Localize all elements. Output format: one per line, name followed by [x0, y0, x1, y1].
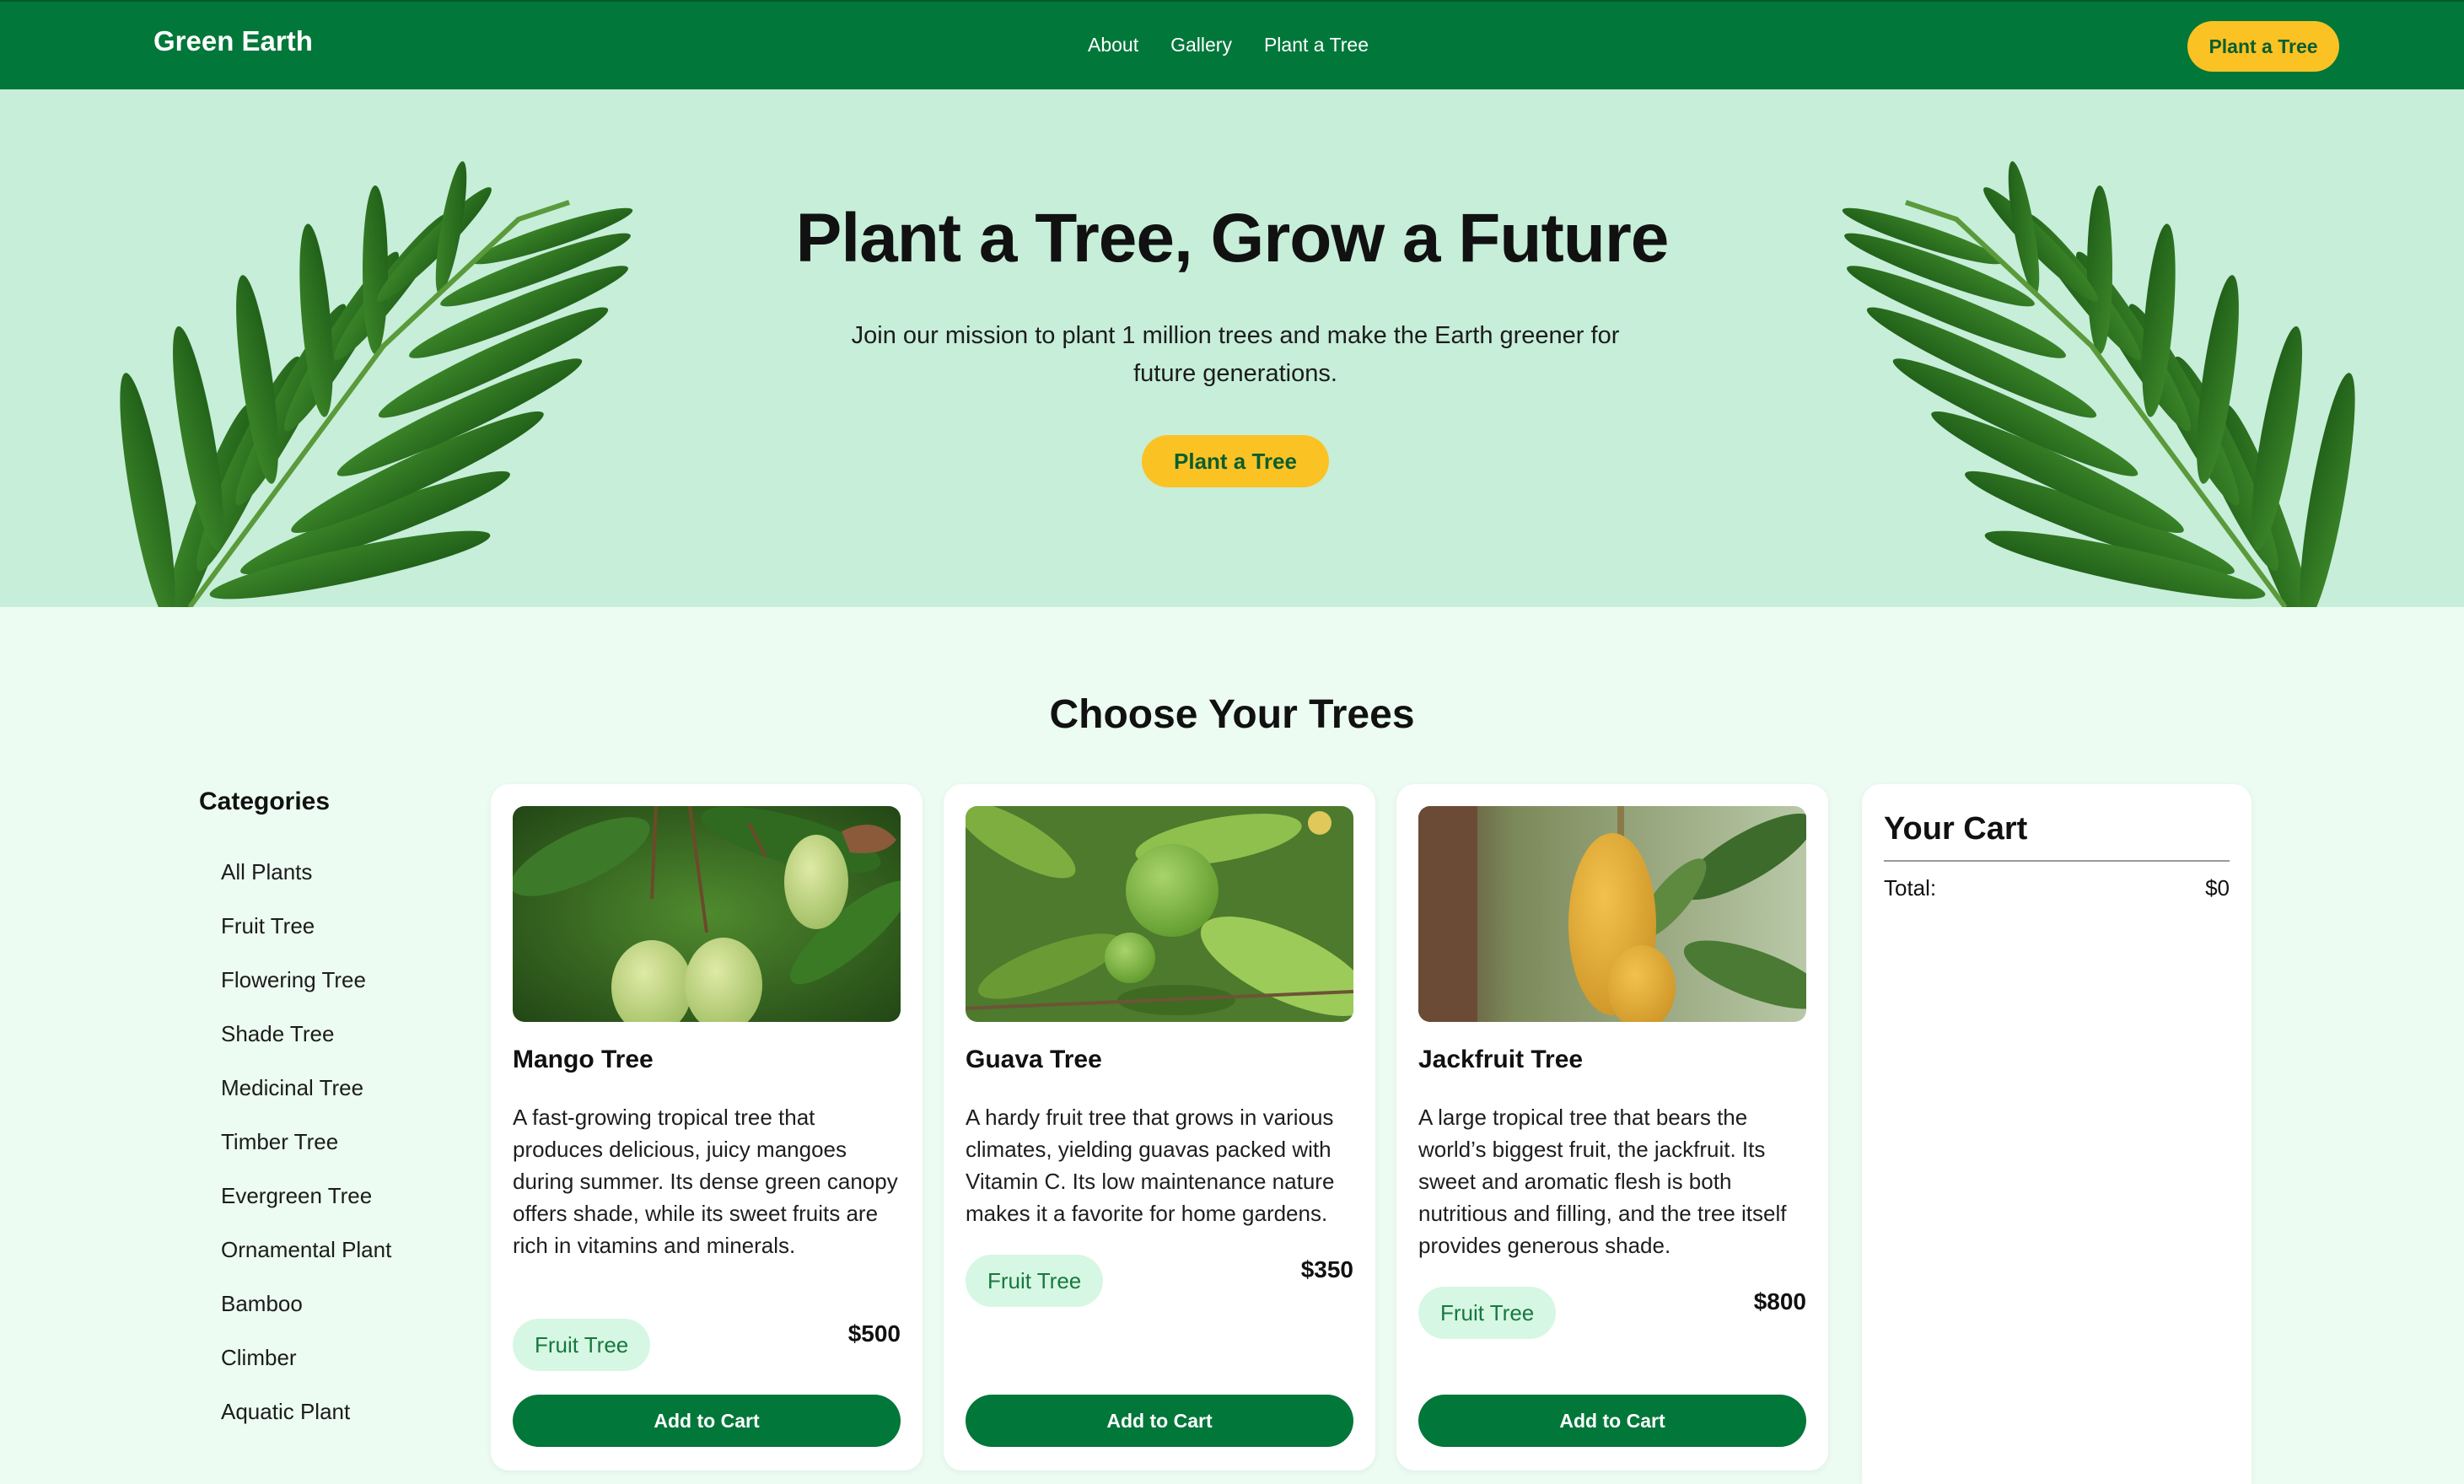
hero-subtitle: Join our mission to plant 1 million tree…	[851, 322, 1620, 387]
category-climber[interactable]: Climber	[199, 1331, 452, 1385]
product-description: A hardy fruit tree that grows in various…	[966, 1105, 1335, 1226]
product-description: A large tropical tree that bears the wor…	[1418, 1105, 1787, 1258]
top-navbar: Green Earth About Gallery Plant a Tree P…	[0, 0, 2464, 89]
category-fruit-tree[interactable]: Fruit Tree	[199, 899, 452, 953]
category-evergreen-tree[interactable]: Evergreen Tree	[199, 1169, 452, 1223]
nav-plant-tree-button[interactable]: Plant a Tree	[2187, 21, 2339, 72]
category-timber-tree[interactable]: Timber Tree	[199, 1115, 452, 1169]
category-aquatic-plant[interactable]: Aquatic Plant	[199, 1385, 452, 1438]
category-medicinal-tree[interactable]: Medicinal Tree	[199, 1061, 452, 1115]
hero-title: Plant a Tree, Grow a Future	[795, 200, 1670, 277]
category-flowering-tree[interactable]: Flowering Tree	[199, 953, 452, 1007]
cart-panel: Your Cart Total: $0	[1862, 784, 2251, 1484]
category-bamboo[interactable]: Bamboo	[199, 1277, 452, 1331]
product-name: Jackfruit Tree	[1418, 1046, 1584, 1073]
cart-title: Your Cart	[1884, 811, 2028, 847]
category-all-plants[interactable]: All Plants	[199, 845, 452, 899]
product-name: Guava Tree	[966, 1046, 1102, 1073]
cart-total-label: Total:	[1884, 875, 1937, 901]
category-ornamental-plant[interactable]: Ornamental Plant	[199, 1223, 452, 1277]
product-price: $350	[1300, 1256, 1353, 1282]
cart-total-value: $0	[2205, 875, 2230, 901]
hero-plant-tree-button[interactable]: Plant a Tree	[1142, 435, 1329, 487]
product-description: A fast-growing tropical tree that produc…	[513, 1105, 898, 1258]
mango-tree-image	[513, 806, 901, 1022]
category-shade-tree[interactable]: Shade Tree	[199, 1007, 452, 1061]
add-to-cart-button[interactable]: Add to Cart	[513, 1395, 901, 1447]
cart-divider	[1884, 860, 2230, 862]
product-price: $500	[847, 1320, 901, 1347]
add-to-cart-button[interactable]: Add to Cart	[1418, 1395, 1806, 1447]
jackfruit-tree-image	[1418, 806, 1806, 1022]
product-category-badge[interactable]: Fruit Tree	[966, 1255, 1104, 1307]
nav-link-gallery[interactable]: Gallery	[1170, 34, 1232, 56]
hero-banner: Plant a Tree, Grow a Future Join our mis…	[0, 89, 2464, 607]
nav-links: About Gallery Plant a Tree	[1088, 34, 1369, 56]
product-card-jackfruit: Jackfruit Tree A large tropical tree tha…	[1396, 784, 1828, 1471]
section-title: Choose Your Trees	[1049, 692, 1415, 737]
add-to-cart-button[interactable]: Add to Cart	[966, 1395, 1353, 1447]
product-card-mango: Mango Tree A fast-growing tropical tree …	[491, 784, 923, 1471]
categories-sidebar: Categories All Plants Fruit Tree Floweri…	[199, 788, 452, 1438]
guava-tree-image	[966, 806, 1353, 1022]
product-name: Mango Tree	[513, 1046, 654, 1073]
product-price: $800	[1753, 1288, 1806, 1315]
product-category-badge[interactable]: Fruit Tree	[1418, 1287, 1557, 1339]
categories-heading: Categories	[199, 788, 331, 815]
nav-link-plant-a-tree[interactable]: Plant a Tree	[1264, 34, 1369, 56]
brand-logo[interactable]: Green Earth	[153, 25, 313, 57]
nav-link-about[interactable]: About	[1088, 34, 1138, 56]
product-card-guava: Guava Tree A hardy fruit tree that grows…	[944, 784, 1375, 1471]
product-category-badge[interactable]: Fruit Tree	[513, 1319, 651, 1371]
